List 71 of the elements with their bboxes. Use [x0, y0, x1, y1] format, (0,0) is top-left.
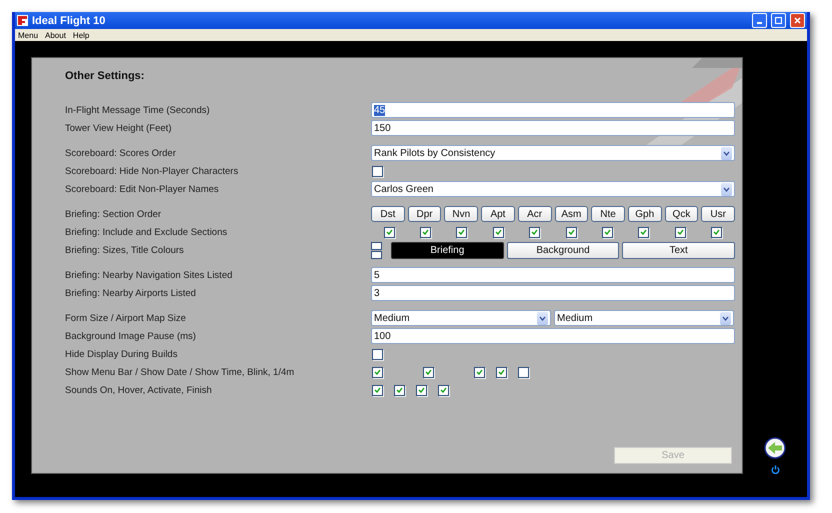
checkbox[interactable]	[372, 366, 383, 378]
setting-label: Briefing: Include and Exclude Sections	[65, 226, 228, 238]
checkbox[interactable]	[423, 366, 434, 378]
checkbox[interactable]	[529, 226, 540, 238]
maximize-icon	[775, 17, 782, 24]
setting-label: Briefing: Sizes, Title Colours	[65, 244, 185, 256]
text-field[interactable]: 100	[371, 328, 735, 344]
section-button[interactable]: Dpr	[408, 206, 442, 222]
checkbox[interactable]	[474, 366, 485, 378]
setting-label: Show Menu Bar / Show Date / Show Time, Blink, 1/4m	[65, 366, 296, 378]
checkbox[interactable]	[372, 348, 383, 360]
section-heading: Other Settings:	[65, 70, 146, 82]
checkbox[interactable]	[674, 226, 686, 238]
colour-button[interactable]: Text	[622, 242, 736, 258]
maximize-button[interactable]	[771, 13, 786, 28]
menu-item[interactable]: Help	[72, 30, 90, 40]
app-logo-icon	[17, 15, 28, 26]
dropdown[interactable]: Medium	[554, 310, 734, 326]
colour-button[interactable]: Background	[506, 242, 620, 258]
checkbox[interactable]	[566, 226, 577, 238]
section-button[interactable]: Gph	[628, 206, 662, 222]
setting-label: Scoreboard: Scores Order	[65, 148, 177, 158]
setting-label: Scoreboard: Hide Non-Player Characters	[65, 166, 240, 176]
setting-label: Background Image Pause (ms)	[65, 330, 197, 342]
setting-label: Hide Display During Builds	[65, 348, 178, 360]
menu-item[interactable]: Menu	[18, 30, 38, 40]
section-button[interactable]: Nvn	[444, 206, 478, 222]
size-spinner[interactable]	[371, 242, 382, 258]
checkbox[interactable]	[438, 384, 449, 396]
section-button[interactable]: Dst	[371, 206, 405, 222]
dropdown[interactable]: Rank Pilots by Consistency	[371, 145, 735, 161]
section-button[interactable]: Qck	[664, 206, 698, 222]
colour-button[interactable]: Briefing	[391, 242, 504, 258]
checkbox[interactable]	[372, 166, 383, 176]
setting-label: Briefing: Section Order	[65, 208, 162, 220]
dropdown[interactable]: Carlos Green	[371, 181, 735, 197]
setting-label: Briefing: Nearby Navigation Sites Listed	[65, 270, 234, 280]
section-button[interactable]: Usr	[701, 206, 735, 222]
checkbox[interactable]	[496, 366, 507, 378]
checkbox[interactable]	[518, 366, 529, 378]
minimize-button[interactable]	[752, 13, 767, 28]
setting-label: Scoreboard: Edit Non-Player Names	[65, 184, 220, 194]
text-field[interactable]: 3	[371, 285, 735, 301]
section-button[interactable]: Acr	[518, 206, 552, 222]
checkbox[interactable]	[602, 226, 614, 238]
checkbox[interactable]	[456, 226, 468, 238]
checkbox[interactable]	[492, 226, 504, 238]
setting-label: Briefing: Nearby Airports Listed	[65, 288, 197, 298]
section-button[interactable]: Nte	[591, 206, 625, 222]
checkbox[interactable]	[394, 384, 405, 396]
checkbox[interactable]	[420, 226, 432, 238]
checkbox[interactable]	[711, 226, 722, 238]
section-button[interactable]: Apt	[481, 206, 515, 222]
window-title: Ideal Flight 10	[32, 14, 106, 26]
section-button[interactable]: Asm	[554, 206, 588, 222]
checkbox[interactable]	[416, 384, 427, 396]
text-field[interactable]: 45	[371, 102, 735, 118]
text-field[interactable]: 150	[371, 120, 735, 136]
setting-label: Sounds On, Hover, Activate, Finish	[65, 384, 213, 396]
checkbox[interactable]	[372, 384, 383, 396]
menu-item[interactable]: About	[45, 30, 66, 40]
checkbox[interactable]	[384, 226, 395, 238]
power-icon[interactable]	[770, 465, 780, 474]
close-button[interactable]	[790, 13, 805, 28]
dropdown[interactable]: Medium	[371, 310, 551, 326]
text-field[interactable]: 5	[371, 267, 735, 283]
setting-label: Form Size / Airport Map Size	[65, 312, 187, 324]
checkbox[interactable]	[638, 226, 650, 238]
close-icon	[794, 17, 801, 24]
setting-label: In-Flight Message Time (Seconds)	[65, 104, 211, 116]
setting-label: Tower View Height (Feet)	[65, 122, 172, 134]
